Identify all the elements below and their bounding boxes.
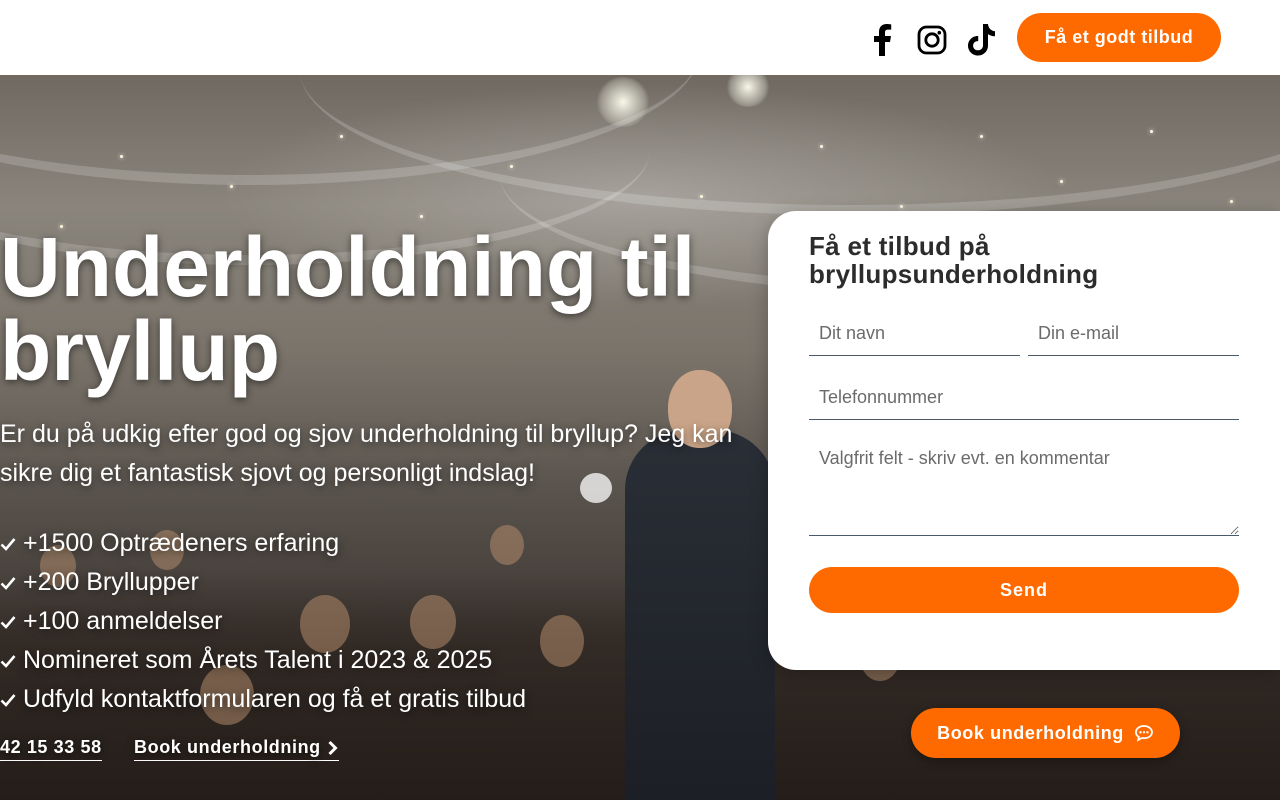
tiktok-icon[interactable]	[964, 20, 1000, 60]
check-icon	[0, 576, 16, 590]
check-icon	[0, 537, 16, 551]
phone-field[interactable]	[809, 376, 1239, 420]
phone-link[interactable]: 42 15 33 58	[0, 737, 102, 761]
site-header: Få et godt tilbud	[0, 0, 1280, 75]
comment-field[interactable]	[809, 440, 1239, 536]
check-icon	[0, 615, 16, 629]
floating-book-label: Book underholdning	[937, 722, 1124, 743]
offer-form-card: Få et tilbud på bryllupsunderholdning Se…	[768, 211, 1280, 670]
list-item: +100 anmeldelser	[0, 602, 526, 641]
email-field[interactable]	[1028, 312, 1239, 356]
check-icon	[0, 654, 16, 668]
instagram-icon[interactable]	[914, 20, 950, 60]
send-button[interactable]: Send	[809, 567, 1239, 613]
book-link-label: Book underholdning	[134, 737, 321, 757]
list-item: Udfyld kontaktformularen og få et gratis…	[0, 680, 526, 719]
facebook-icon[interactable]	[864, 20, 900, 60]
feature-text: +100 anmeldelser	[23, 607, 223, 635]
hero-subtitle: Er du på udkig efter god og sjov underho…	[0, 420, 733, 487]
feature-text: Udfyld kontaktformularen og få et gratis…	[23, 685, 527, 713]
feature-text: +200 Bryllupper	[23, 568, 199, 596]
list-item: +200 Bryllupper	[0, 563, 526, 602]
feature-list: +1500 Optrædeners erfaring +200 Bryllupp…	[0, 524, 526, 719]
page-title: Underholdning til bryllup	[0, 220, 696, 398]
list-item: +1500 Optrædeners erfaring	[0, 524, 526, 563]
name-field[interactable]	[809, 312, 1020, 356]
book-entertainment-link[interactable]: Book underholdning	[134, 737, 339, 761]
chat-bubble-icon	[1134, 725, 1153, 742]
check-icon	[0, 693, 16, 707]
get-offer-button[interactable]: Få et godt tilbud	[1017, 13, 1221, 62]
floating-book-button[interactable]: Book underholdning	[911, 708, 1180, 758]
list-item: Nomineret som Årets Talent i 2023 & 2025	[0, 641, 526, 680]
feature-text: Nomineret som Årets Talent i 2023 & 2025	[23, 646, 493, 674]
chevron-right-icon	[328, 740, 338, 755]
form-title: Få et tilbud på bryllupsunderholdning	[809, 231, 1099, 289]
feature-text: +1500 Optrædeners erfaring	[23, 529, 340, 557]
